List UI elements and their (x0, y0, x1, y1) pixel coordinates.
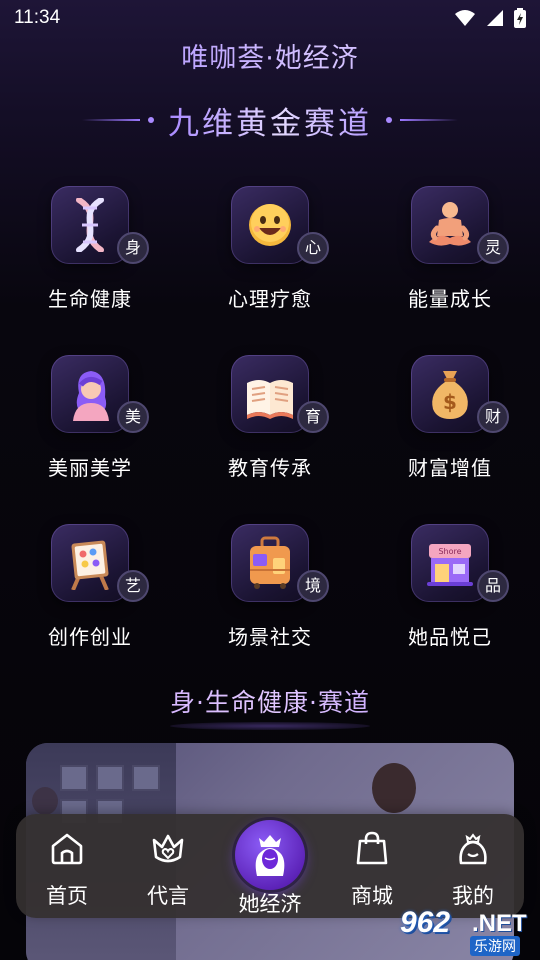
category-badge: 灵 (477, 232, 509, 264)
category-label: 创作创业 (48, 625, 132, 649)
category-badge: 艺 (117, 570, 149, 602)
section-title-text: 九维黄金赛道 (168, 98, 372, 143)
shopping-bag-icon (356, 831, 388, 865)
nav-label: 首页 (46, 884, 88, 908)
subsection-glow (170, 722, 370, 730)
category-label: 生命健康 (48, 287, 132, 311)
shop-icon: Shore (427, 544, 473, 586)
svg-text:$: $ (443, 390, 457, 414)
category-label: 场景社交 (228, 625, 312, 649)
category-badge: 境 (297, 570, 329, 602)
status-bar: 11:34 (0, 0, 540, 36)
nav-mine[interactable]: 我的 (428, 814, 518, 918)
category-badge: 育 (297, 401, 329, 433)
wifi-icon (455, 10, 475, 26)
nav-label: 代言 (147, 884, 189, 908)
watermark-net: .NET (472, 910, 527, 937)
svg-text:Shore: Shore (438, 547, 461, 556)
status-icons (454, 8, 526, 28)
suitcase-icon (250, 536, 290, 589)
nav-label-her-economy[interactable]: 她经济 (225, 888, 315, 918)
category-badge: 财 (477, 401, 509, 433)
category-badge: 美 (117, 401, 149, 433)
queen-icon (255, 835, 285, 876)
category-label: 她品悦己 (408, 625, 492, 649)
signal-icon (487, 10, 503, 26)
app-screen: 11:34 唯咖荟·她经济 九维黄金赛道 身 生命健康 心 心理疗愈 灵 能量成… (0, 0, 540, 960)
section-title: 九维黄金赛道 (0, 98, 540, 142)
money-bag-icon: $ (432, 371, 468, 419)
easel-icon (71, 540, 109, 590)
banner-window (96, 765, 124, 791)
nav-endorse[interactable]: 代言 (123, 814, 213, 918)
nav-home[interactable]: 首页 (22, 814, 112, 918)
bottom-navigation: 首页 代言 她经济 商城 我的 (16, 814, 524, 918)
subsection-title: 身·生命健康·赛道 (0, 683, 540, 719)
home-icon (51, 833, 83, 865)
meditation-icon (429, 202, 471, 246)
crown-heart-icon (152, 834, 184, 863)
woman-portrait-icon (73, 371, 109, 421)
watermark-number: 962 (400, 906, 451, 939)
category-label: 心理疗愈 (228, 287, 312, 311)
title-divider-right (400, 119, 458, 121)
category-label: 能量成长 (408, 287, 492, 311)
title-dot-left (148, 117, 154, 123)
category-label: 教育传承 (228, 456, 312, 480)
banner-person-head (32, 787, 58, 815)
app-title: 唯咖荟·她经济 (0, 36, 540, 75)
watermark-logo: 962 .NET 乐游网 (398, 906, 534, 956)
smile-face-icon (249, 204, 291, 246)
profile-crown-icon (459, 833, 487, 865)
watermark-site-name: 乐游网 (470, 936, 520, 956)
battery-icon (514, 8, 526, 28)
banner-window (132, 765, 160, 791)
banner-window (60, 765, 88, 791)
nav-her-economy-button[interactable] (235, 820, 305, 890)
open-book-icon (247, 380, 293, 419)
category-badge: 身 (117, 232, 149, 264)
title-divider-left (82, 119, 140, 121)
dna-icon (76, 198, 104, 252)
banner-person-head (372, 763, 416, 813)
category-badge: 心 (297, 232, 329, 264)
category-label: 美丽美学 (48, 456, 132, 480)
nav-mall[interactable]: 商城 (327, 814, 417, 918)
category-label: 财富增值 (408, 456, 492, 480)
title-dot-right (386, 117, 392, 123)
status-time: 11:34 (14, 7, 61, 28)
category-badge: 品 (477, 570, 509, 602)
